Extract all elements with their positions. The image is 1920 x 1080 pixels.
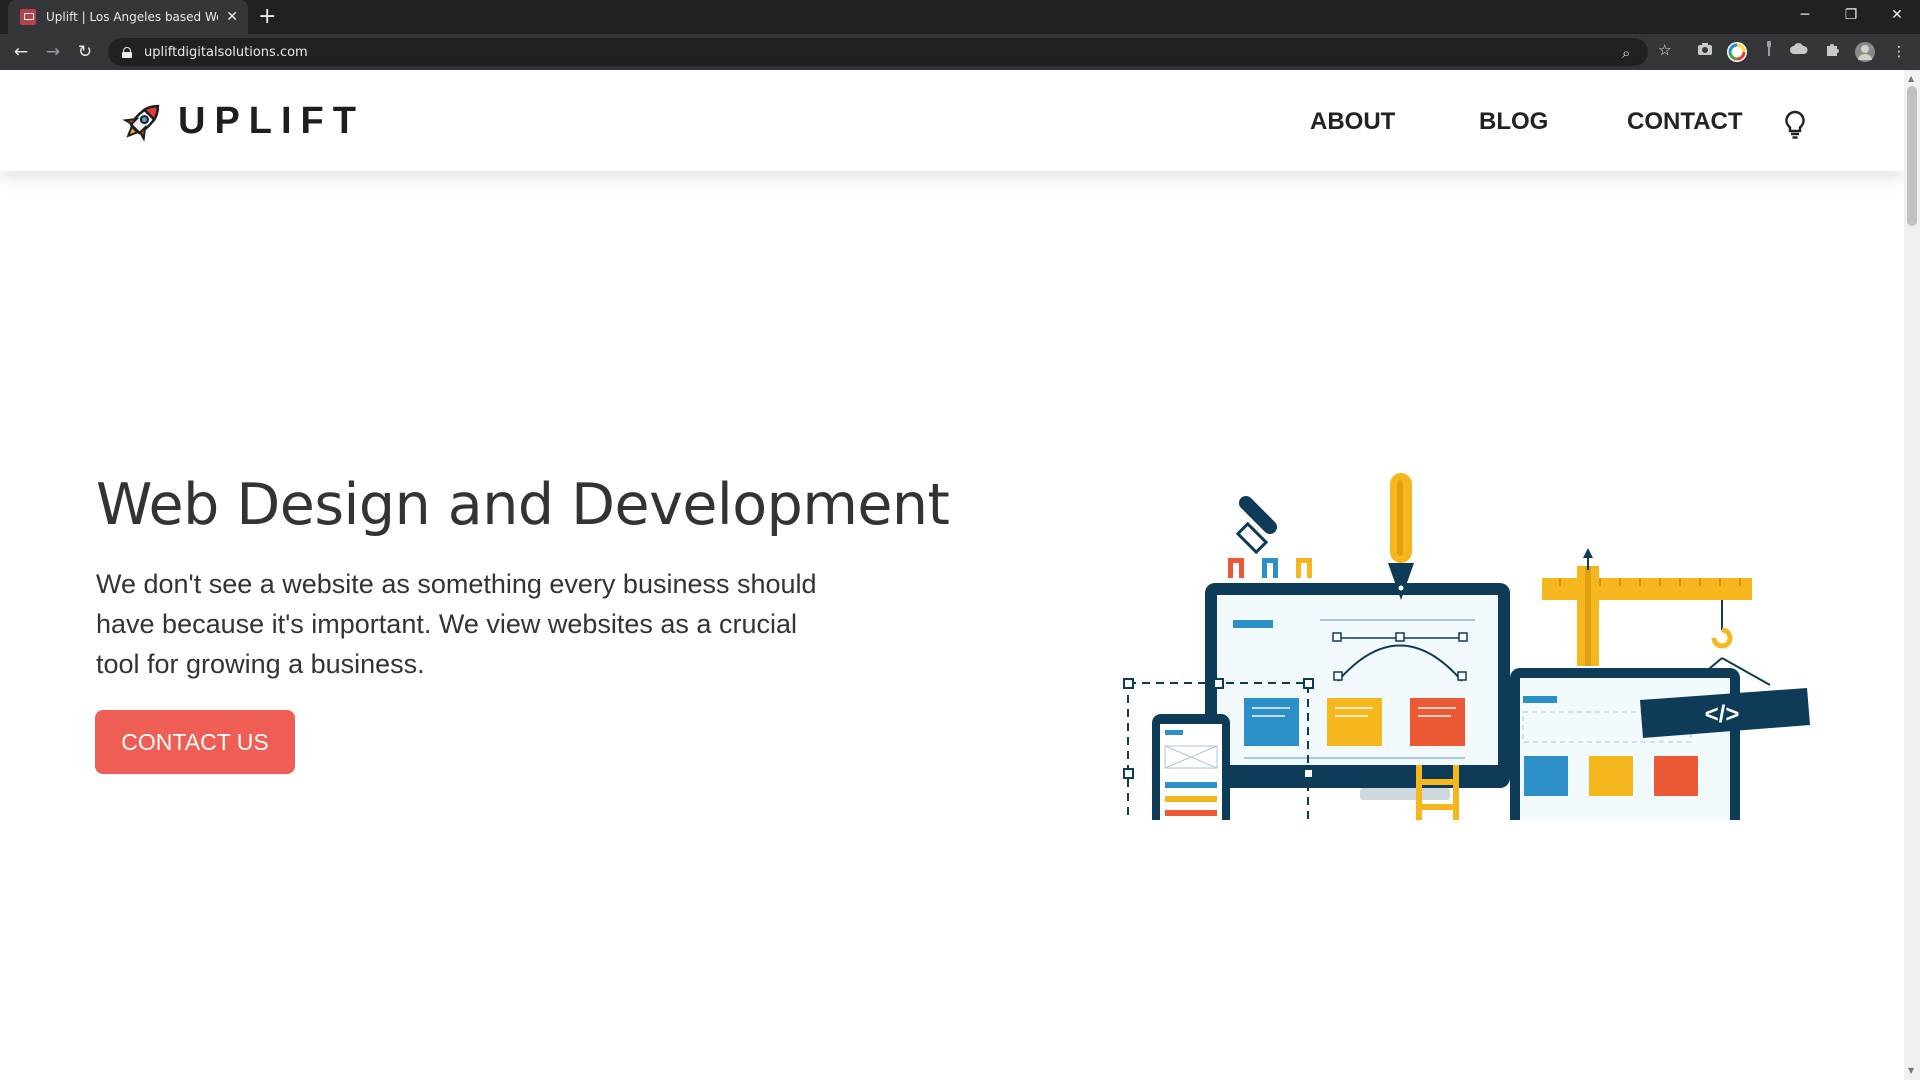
hero-description: We don't see a website as something ever… [96, 569, 817, 679]
browser-toolbar: ← → ↻ upliftdigitalsolutions.com ⌕ ☆ [0, 34, 1920, 70]
site-logo[interactable]: UPLIFT [120, 98, 365, 144]
address-bar[interactable]: upliftdigitalsolutions.com ⌕ [108, 38, 1648, 66]
dropper-extension-icon[interactable] [1758, 41, 1780, 63]
scroll-down-arrow-icon[interactable]: ▼ [1908, 1066, 1914, 1075]
scrollbar-thumb[interactable] [1907, 86, 1917, 226]
minimize-button[interactable]: ─ [1782, 0, 1828, 30]
desktop-monitor-graphic [1205, 583, 1510, 800]
web-page: UPLIFT ABOUT BLOG CONTACT Web Design and… [0, 70, 1904, 1080]
reload-button[interactable]: ↻ [72, 40, 98, 64]
tab-title: Uplift | Los Angeles based Web D [46, 10, 218, 24]
profile-avatar[interactable] [1854, 41, 1876, 63]
page-scrollbar[interactable]: ▲ ▼ [1904, 70, 1920, 1080]
back-button[interactable]: ← [8, 40, 34, 64]
restore-button[interactable]: ❐ [1828, 0, 1874, 30]
color-dropper-graphic [1228, 495, 1312, 578]
zoom-icon[interactable]: ⌕ [1622, 44, 1630, 62]
forward-button[interactable]: → [40, 40, 66, 64]
hero-title: Web Design and Development [96, 472, 950, 538]
web-design-illustration: </> [1123, 473, 1810, 820]
puzzle-extensions-icon[interactable] [1822, 41, 1844, 63]
tab-close-icon[interactable]: ✕ [226, 9, 238, 25]
color-picker-extension-icon[interactable] [1726, 41, 1748, 63]
contact-us-button[interactable]: CONTACT US [95, 710, 295, 774]
new-tab-button[interactable]: + [258, 4, 276, 30]
pen-tool-graphic [1388, 473, 1414, 600]
nav-link-about[interactable]: ABOUT [1310, 108, 1395, 136]
code-tag-text: </> [1705, 701, 1740, 728]
lightbulb-icon[interactable] [1784, 110, 1806, 140]
phone-graphic [1152, 714, 1230, 820]
logo-text: UPLIFT [178, 99, 365, 142]
site-header: UPLIFT ABOUT BLOG CONTACT [0, 70, 1904, 171]
laptop-graphic [1510, 668, 1740, 820]
camera-extension-icon[interactable] [1694, 41, 1716, 63]
lock-icon [122, 46, 132, 58]
site-favicon-icon [20, 9, 36, 25]
address-url: upliftdigitalsolutions.com [144, 44, 308, 60]
browser-menu-icon[interactable]: ⋮ [1888, 41, 1910, 63]
nav-link-blog[interactable]: BLOG [1479, 108, 1548, 136]
scroll-up-arrow-icon[interactable]: ▲ [1908, 74, 1914, 83]
bookmark-star-icon[interactable]: ☆ [1658, 41, 1671, 59]
window-close-button[interactable]: ✕ [1874, 0, 1920, 30]
browser-titlebar: Uplift | Los Angeles based Web D ✕ + ─ ❐… [0, 0, 1920, 34]
crane-graphic [1542, 548, 1771, 686]
rocket-icon [122, 104, 160, 142]
nav-link-contact[interactable]: CONTACT [1627, 108, 1743, 136]
cloud-extension-icon[interactable] [1788, 41, 1810, 63]
browser-tab[interactable]: Uplift | Los Angeles based Web D ✕ [8, 0, 248, 34]
